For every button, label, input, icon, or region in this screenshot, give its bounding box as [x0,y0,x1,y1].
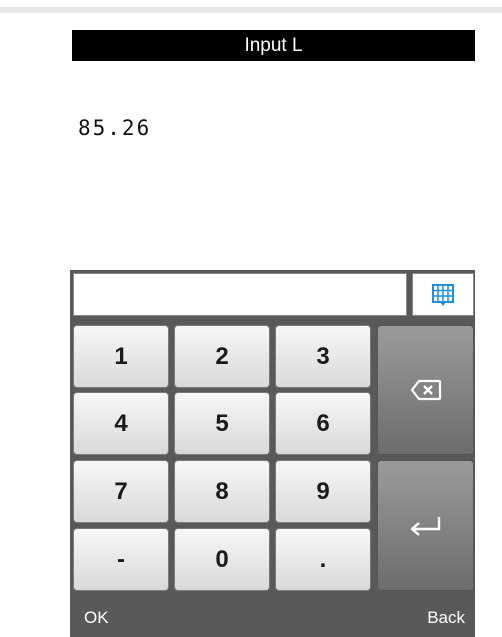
key-5[interactable]: 5 [174,392,270,455]
current-value: 85.26 [78,116,152,140]
key-0[interactable]: 0 [174,528,270,591]
key-4[interactable]: 4 [73,392,169,455]
keyboard-grid-icon [432,283,454,306]
back-softkey[interactable]: Back [427,608,465,628]
page-title: Input L [72,30,475,61]
key-1[interactable]: 1 [73,325,169,388]
input-row [70,270,475,321]
key-minus[interactable]: - [73,528,169,591]
key-2[interactable]: 2 [174,325,270,388]
softkey-bar: OK Back [70,596,475,637]
key-9[interactable]: 9 [275,460,371,523]
backspace-icon [410,379,441,401]
enter-button[interactable] [377,460,474,591]
key-7[interactable]: 7 [73,460,169,523]
top-status-strip [0,7,502,13]
key-8[interactable]: 8 [174,460,270,523]
key-decimal[interactable]: . [275,528,371,591]
ok-softkey[interactable]: OK [84,608,109,628]
backspace-button[interactable] [377,325,474,455]
keyboard-toggle-button[interactable] [412,273,474,316]
numeric-keypad: 1 2 3 4 5 6 7 8 9 - 0 . OK Back [70,270,475,637]
number-input-field[interactable] [73,273,407,316]
key-3[interactable]: 3 [275,325,371,388]
enter-icon [410,516,440,536]
key-6[interactable]: 6 [275,392,371,455]
